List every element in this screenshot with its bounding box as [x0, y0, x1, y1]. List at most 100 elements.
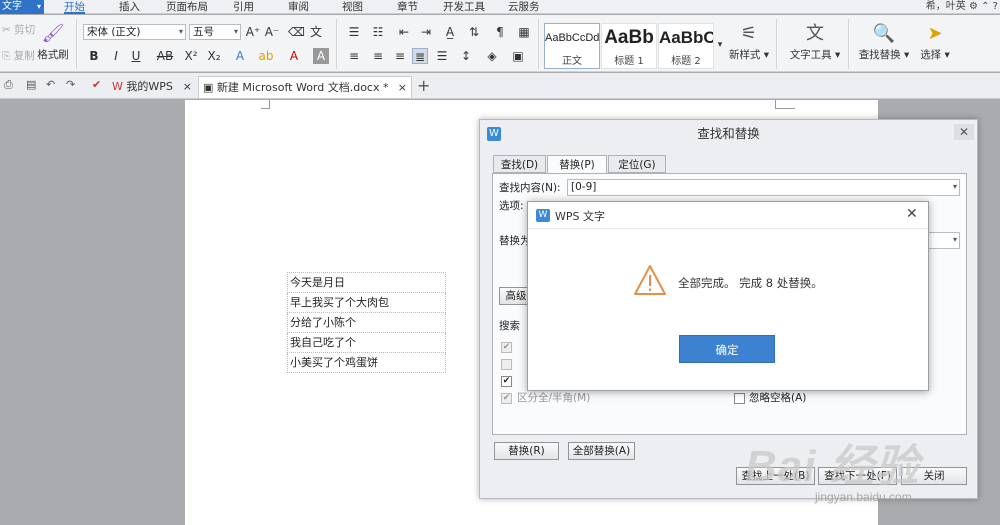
text-tools-button[interactable]: 文文字工具 ▾	[787, 21, 843, 62]
undo-icon[interactable]: ↶	[46, 78, 55, 91]
crop-mark	[775, 100, 776, 108]
tab-goto[interactable]: 定位(G)	[608, 155, 666, 173]
cut-button[interactable]: ✂ 剪切	[2, 23, 35, 37]
close-icon[interactable]: ✕	[906, 206, 918, 222]
clear-format-icon[interactable]: ⌫	[288, 24, 305, 40]
font-color-icon[interactable]: A	[286, 48, 302, 64]
tab-document[interactable]: ▣ 新建 Microsoft Word 文档.docx * ×	[198, 76, 412, 98]
table-row[interactable]: 今天是月日	[287, 272, 446, 293]
ok-button[interactable]: 确定	[679, 335, 775, 363]
phonetic-icon[interactable]: 文	[308, 24, 324, 40]
new-tab-icon[interactable]: +	[417, 76, 430, 95]
char-shading-icon[interactable]: A	[313, 48, 329, 64]
show-marks-icon[interactable]: ¶	[492, 24, 508, 40]
checkbox[interactable]: ✔	[501, 376, 512, 387]
print-preview-icon[interactable]: ▤	[26, 78, 36, 91]
ribbon-toolbar: ✂ 剪切 ⎘ 复制 🖌 格式刷 宋体 (正文) ▾ 五号 ▾ A⁺ A⁻ ⌫ 文 B …	[0, 15, 1000, 72]
select-button[interactable]: ➤ 选择 ▾	[915, 21, 955, 62]
new-style-button[interactable]: ⚟ 新样式 ▾	[727, 21, 771, 62]
option-ignore-space-label: 忽略空格(A)	[749, 392, 807, 404]
copy-button[interactable]: ⎘ 复制	[2, 49, 35, 63]
style-normal[interactable]: AaBbCcDd 正文	[544, 23, 600, 69]
borders-icon[interactable]: ▣	[510, 48, 526, 64]
highlight-icon[interactable]: ab	[258, 48, 274, 64]
print-icon[interactable]: ⎙	[4, 78, 13, 92]
align-center-icon[interactable]: ≡	[370, 48, 386, 64]
increase-indent-icon[interactable]: ⇥	[418, 24, 434, 40]
alert-dialog: W WPS 文字 ✕ 全部完成。 完成 8 处替换。 确定	[527, 201, 929, 391]
checkbox[interactable]	[501, 359, 512, 370]
tab-home[interactable]: 开始	[64, 0, 85, 14]
document-icon: ▣	[203, 81, 214, 94]
warning-icon	[634, 265, 666, 295]
app-menu-button[interactable]: 文字 ▾	[0, 0, 44, 14]
wps-logo-icon: W	[112, 80, 123, 93]
bold-icon[interactable]: B	[86, 48, 102, 64]
checkbox[interactable]: ✔	[501, 342, 512, 353]
align-left-icon[interactable]: ≡	[346, 48, 362, 64]
table-row[interactable]: 早上我买了个大肉包	[287, 292, 446, 313]
shading-icon[interactable]: ◈	[484, 48, 500, 64]
watermark-url: jingyan.baidu.com	[815, 490, 912, 504]
align-justify-icon[interactable]: ≣	[412, 48, 428, 64]
find-replace-button[interactable]: 🔍 查找替换 ▾	[856, 21, 912, 62]
chevron-down-icon: ▾	[233, 27, 238, 36]
checkbox-ignore-space[interactable]	[734, 393, 745, 404]
close-icon[interactable]: ✕	[954, 124, 974, 140]
replace-button[interactable]: 替换(R)	[494, 442, 559, 460]
tab-find[interactable]: 查找(D)	[493, 155, 546, 173]
decrease-indent-icon[interactable]: ⇤	[396, 24, 412, 40]
tab-cloud-services[interactable]: 云服务	[508, 0, 540, 14]
align-right-icon[interactable]: ≡	[392, 48, 408, 64]
close-icon[interactable]: ×	[398, 77, 407, 99]
shrink-font-icon[interactable]: A⁻	[264, 24, 280, 40]
settings-icon[interactable]: ⚙ ⌃ ?	[969, 1, 998, 12]
document-table[interactable]: 今天是月日 早上我买了个大肉包 分给了小陈个 我自己吃了个 小美买了个鸡蛋饼	[287, 272, 446, 373]
tab-replace[interactable]: 替换(P)	[547, 155, 607, 174]
checkbox-fullhalf[interactable]: ✔	[501, 393, 512, 404]
style-gallery-scroll-icon[interactable]: ▾	[712, 37, 728, 53]
style-heading-2[interactable]: AaBbC 标题 2	[658, 23, 714, 69]
numbered-list-icon[interactable]: ☷	[370, 24, 386, 40]
tab-page-layout[interactable]: 页面布局	[166, 0, 208, 14]
font-size-select[interactable]: 五号 ▾	[189, 24, 241, 40]
text-effect-icon[interactable]: A	[232, 48, 248, 64]
close-icon[interactable]: ×	[183, 76, 192, 98]
replace-all-button[interactable]: 全部替换(A)	[568, 442, 635, 460]
sort-icon[interactable]: ⇅	[466, 24, 482, 40]
style-heading-1[interactable]: AaBb 标题 1	[601, 23, 657, 69]
grow-font-icon[interactable]: A⁺	[245, 24, 261, 40]
tab-insert[interactable]: 插入	[119, 0, 140, 14]
divider	[336, 19, 337, 69]
pin-icon[interactable]: ✔	[92, 78, 101, 91]
tab-view[interactable]: 视图	[342, 0, 363, 14]
table-row[interactable]: 分给了小陈个	[287, 312, 446, 333]
tab-chapter[interactable]: 章节	[397, 0, 418, 14]
tab-my-wps[interactable]: W 我的WPS ×	[108, 76, 196, 98]
tab-developer[interactable]: 开发工具	[443, 0, 485, 14]
distribute-icon[interactable]: ☰	[434, 48, 450, 64]
tab-references[interactable]: 引用	[233, 0, 254, 14]
table-grid-icon[interactable]: ▦	[516, 24, 532, 40]
underline-icon[interactable]: U	[128, 48, 144, 64]
alert-title: WPS 文字	[555, 210, 605, 223]
user-area[interactable]: 希，叶英 ⚙ ⌃ ?	[926, 0, 998, 14]
format-painter-button[interactable]: 🖌 格式刷	[36, 21, 70, 62]
tab-review[interactable]: 审阅	[288, 0, 309, 14]
user-name: 希，叶英	[925, 1, 966, 12]
table-row[interactable]: 小美买了个鸡蛋饼	[287, 352, 446, 373]
line-spacing-icon[interactable]: ↕	[458, 48, 474, 64]
crop-mark	[261, 108, 270, 109]
text-direction-icon[interactable]: A̲	[442, 24, 458, 40]
subscript-icon[interactable]: X₂	[206, 48, 222, 64]
strikethrough-icon[interactable]: AB	[155, 48, 175, 64]
replace-label: 替换为	[499, 235, 531, 247]
document-tab-bar: ⎙ ▤ ↶ ↷ ✔ W 我的WPS × ▣ 新建 Microsoft Word 文…	[0, 73, 1000, 99]
italic-icon[interactable]: I	[108, 48, 124, 64]
find-input[interactable]: [0-9] ▾	[567, 179, 960, 196]
superscript-icon[interactable]: X²	[183, 48, 199, 64]
redo-icon[interactable]: ↷	[66, 78, 75, 91]
font-name-select[interactable]: 宋体 (正文) ▾	[83, 24, 186, 40]
table-row[interactable]: 我自己吃了个	[287, 332, 446, 353]
bullet-list-icon[interactable]: ☰	[346, 24, 362, 40]
